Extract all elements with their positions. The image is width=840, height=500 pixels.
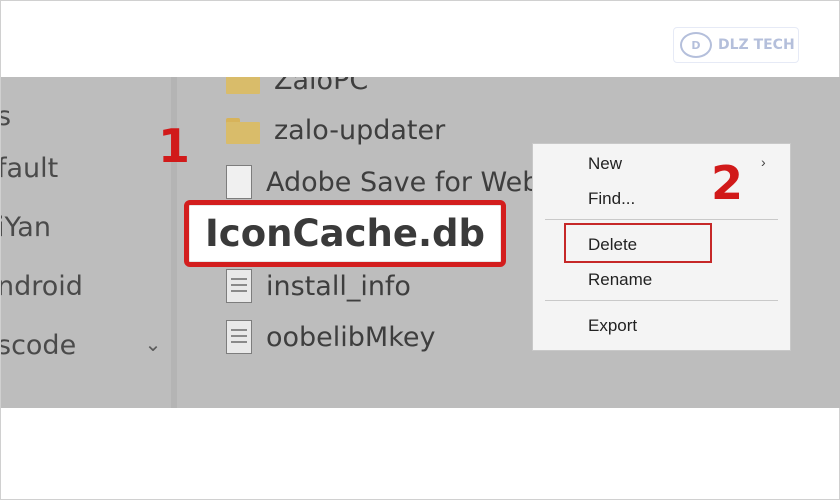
chevron-right-icon: › [761, 154, 766, 170]
nav-item[interactable]: scode [1, 330, 76, 361]
file-name: ZaloPC [274, 77, 369, 96]
nav-item[interactable]: s [1, 101, 11, 132]
menu-separator [545, 219, 778, 220]
step-number-1: 1 [158, 119, 191, 173]
context-menu: New › Find... Delete Rename Export [532, 143, 791, 351]
menu-separator [545, 300, 778, 301]
highlighted-file[interactable]: IconCache.db [184, 200, 506, 267]
brand-watermark: D DLZ TECH [673, 27, 799, 63]
list-item[interactable]: zalo-updater [226, 115, 445, 146]
nav-item[interactable]: fault [1, 153, 58, 184]
file-name: zalo-updater [274, 115, 446, 146]
step-number-2: 2 [711, 156, 744, 210]
highlighted-file-name: IconCache.db [205, 212, 485, 255]
folder-icon [226, 117, 260, 144]
list-item[interactable]: Adobe Save for Web [226, 165, 539, 199]
nav-item[interactable]: ndroid [1, 271, 83, 302]
document-icon [226, 165, 252, 199]
chevron-down-icon[interactable]: ⌄ [141, 333, 165, 357]
list-item[interactable]: install_info [226, 269, 411, 303]
list-item[interactable]: oobelibMkey [226, 320, 436, 354]
menu-item-rename[interactable]: Rename [588, 270, 652, 290]
nav-item[interactable]: iYan [1, 212, 51, 243]
menu-item-find[interactable]: Find... [588, 189, 635, 209]
file-name: install_info [266, 270, 411, 302]
menu-item-new[interactable]: New [588, 154, 622, 174]
text-file-icon [226, 320, 252, 354]
text-file-icon [226, 269, 252, 303]
menu-item-delete[interactable]: Delete [588, 235, 637, 255]
screenshot-frame: D DLZ TECH s fault iYan ndroid scode ⌄ Z… [0, 0, 840, 500]
brand-logo-icon: D [680, 32, 712, 58]
brand-name: DLZ TECH [718, 37, 795, 53]
navigation-pane: s fault iYan ndroid scode ⌄ [1, 77, 176, 408]
menu-item-export[interactable]: Export [588, 316, 637, 336]
folder-icon [226, 77, 260, 94]
delete-highlight-box [564, 223, 712, 263]
list-item[interactable]: ZaloPC [226, 77, 368, 96]
file-name: Adobe Save for Web [266, 166, 540, 198]
file-name: oobelibMkey [266, 321, 436, 353]
